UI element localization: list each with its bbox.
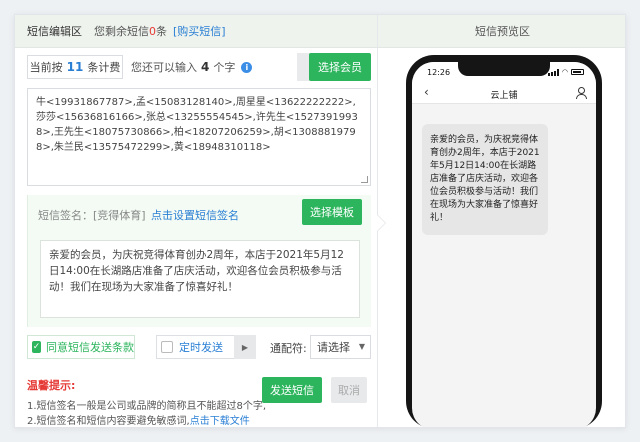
phone-frame: 12:26 ◠ ‹ 云上铺 亲爱的会员，为庆祝竞得体育创办2周年，本店于2021…: [406, 55, 602, 427]
status-icons: ◠: [547, 68, 584, 76]
remaining-count: 0: [149, 25, 156, 38]
select-template-button[interactable]: 选择模板: [302, 199, 362, 225]
edit-title: 短信编辑区: [27, 25, 82, 38]
agree-terms-checkbox[interactable]: ✓ 同意短信发送条款: [27, 335, 135, 359]
set-signature-link[interactable]: 点击设置短信签名: [151, 207, 239, 223]
phone-navbar: ‹ 云上铺: [412, 82, 596, 104]
recipients-textarea[interactable]: 牛<19931867787>,孟<15083128140>,周星星<136222…: [27, 88, 371, 186]
message-bubble: 亲爱的会员，为庆祝竞得体育创办2周年，本店于2021年5月12日14:00在长湖…: [422, 124, 548, 235]
billing-count: 11: [66, 60, 84, 74]
agree-terms-label: 同意短信发送条款: [46, 341, 134, 354]
sms-card: 短信编辑区 您剩余短信0条 [购买短信] 当前按 11 条计费 您还可以输入 4…: [14, 14, 626, 428]
user-icon[interactable]: [576, 87, 587, 99]
wildcard-label: 通配符:: [270, 342, 307, 355]
billing-count-box: 当前按 11 条计费: [27, 55, 123, 79]
tips-title: 温馨提示:: [27, 379, 76, 392]
counter-row: 当前按 11 条计费 您还可以输入 4 个字 i 选择会员: [27, 53, 371, 81]
arrow-notch: [377, 215, 385, 231]
edit-header: 短信编辑区 您剩余短信0条 [购买短信]: [15, 15, 377, 48]
info-icon[interactable]: i: [241, 61, 253, 73]
sms-preview-area: 短信预览区 12:26 ◠ ‹ 云上铺 亲爱的会员，为庆祝竞得体育创办2周年，本…: [377, 15, 625, 427]
timed-send-checkbox[interactable]: 定时发送: [156, 335, 242, 359]
chars-remaining-count: 4: [201, 60, 210, 74]
resize-handle-icon[interactable]: [361, 176, 368, 183]
checkmark-icon: ✓: [32, 341, 41, 353]
chars-remaining: 您还可以输入 4 个字 i: [131, 55, 253, 79]
send-sms-button[interactable]: 发送短信: [262, 377, 322, 403]
chevron-down-icon: ▼: [358, 342, 365, 351]
play-icon[interactable]: ▶: [234, 335, 256, 359]
wifi-icon: ◠: [561, 68, 568, 76]
signal-icon: [547, 68, 559, 76]
buy-sms-link[interactable]: [购买短信]: [173, 23, 226, 39]
signature-value: [竞得体育]: [93, 209, 146, 222]
tip-line-1: 1.短信签名一般是公司或品牌的简称且不能超过8个字,: [27, 401, 267, 412]
message-textarea[interactable]: 亲爱的会员，为庆祝竞得体育创办2周年，本店于2021年5月12日14:00在长湖…: [40, 240, 360, 318]
phone-screen: 12:26 ◠ ‹ 云上铺 亲爱的会员，为庆祝竞得体育创办2周年，本店于2021…: [412, 62, 596, 427]
app-title: 云上铺: [490, 91, 518, 101]
cancel-button[interactable]: 取消: [331, 377, 367, 403]
remaining-sms: 您剩余短信0条: [94, 25, 167, 38]
tip-line-2: 2.短信签名和短信内容要避免敏感词,点击下载文件: [27, 416, 250, 427]
sms-edit-area: 短信编辑区 您剩余短信0条 [购买短信] 当前按 11 条计费 您还可以输入 4…: [15, 15, 377, 427]
tips-section: 温馨提示: 1.短信签名一般是公司或品牌的简称且不能超过8个字, 2.短信签名和…: [27, 377, 287, 427]
preview-header: 短信预览区: [378, 15, 625, 48]
select-member-button[interactable]: 选择会员: [309, 53, 371, 81]
wildcard-select[interactable]: 请选择 ▼: [310, 335, 371, 359]
battery-icon: [571, 69, 584, 75]
timed-send-label: 定时发送: [179, 341, 223, 354]
phone-notch: [458, 62, 550, 76]
wildcard-select-value: 请选择: [317, 341, 350, 354]
options-row: ✓ 同意短信发送条款 定时发送 ▶ 通配符: 请选择 ▼: [27, 335, 371, 361]
content-panel: 短信签名：[竞得体育] 点击设置短信签名 选择模板 亲爱的会员，为庆祝竞得体育创…: [27, 195, 371, 327]
checkbox-empty-icon: [161, 341, 173, 353]
signature-label: 短信签名：[竞得体育]: [38, 209, 146, 222]
preview-title: 短信预览区: [475, 25, 530, 38]
recipients-text: 牛<19931867787>,孟<15083128140>,周星星<136222…: [36, 97, 358, 153]
status-bar: 12:26 ◠: [412, 62, 596, 82]
download-file-link[interactable]: 点击下载文件: [190, 416, 250, 427]
status-time: 12:26: [427, 68, 451, 77]
